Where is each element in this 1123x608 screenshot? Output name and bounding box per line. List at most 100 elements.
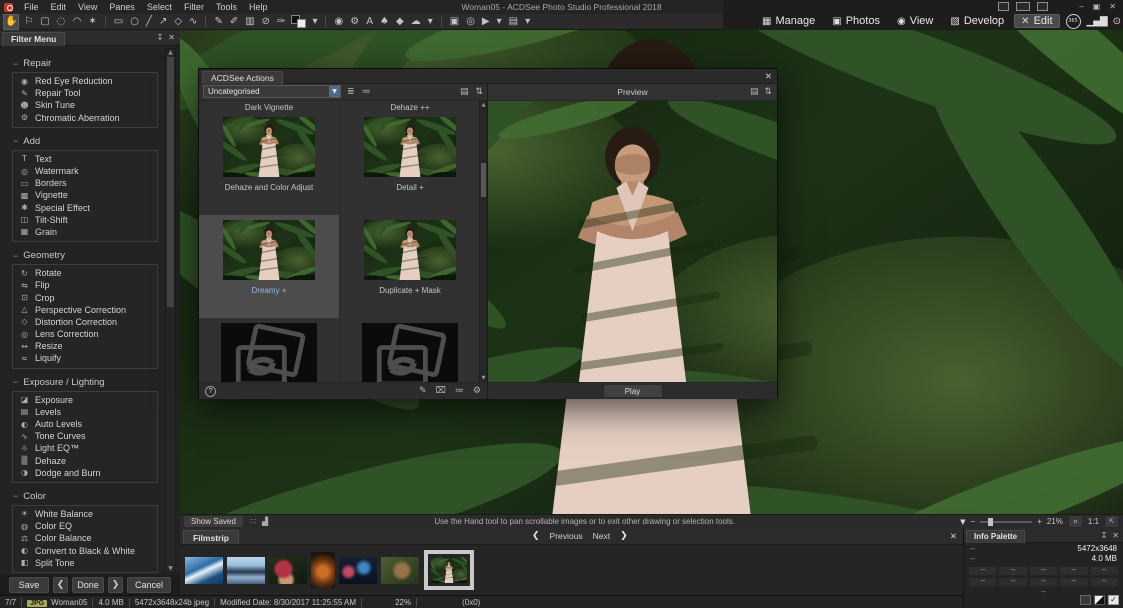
- filter-item-rotate[interactable]: ↻Rotate: [13, 267, 157, 279]
- filter-item-distortion-correction[interactable]: ◇Distortion Correction: [13, 316, 157, 328]
- filmstrip-thumb-ocean[interactable]: [185, 557, 223, 584]
- category-dropdown[interactable]: Uncategorised ▼: [203, 85, 341, 98]
- zoom-out-icon[interactable]: −: [971, 517, 976, 526]
- scroll-up-icon[interactable]: ▲: [166, 49, 175, 56]
- help-icon[interactable]: ?: [205, 386, 216, 397]
- marker-tool[interactable]: ✐: [229, 15, 239, 29]
- sidebar-scrollbar[interactable]: ▲ ▼: [165, 48, 176, 573]
- dialog-titlebar[interactable]: ACDSee Actions ✕: [199, 69, 777, 84]
- filter-menu-tab[interactable]: Filter Menu: [2, 32, 65, 46]
- text-tool[interactable]: A: [365, 15, 374, 29]
- filter-item-crop[interactable]: ⊡Crop: [13, 291, 157, 303]
- cancel-button[interactable]: Cancel: [127, 577, 171, 593]
- save-button[interactable]: Save: [9, 577, 49, 593]
- menu-view[interactable]: View: [72, 2, 103, 12]
- magic-wand-tool[interactable]: ✶: [87, 15, 97, 29]
- filter-item-split-tone[interactable]: ◧Split Tone: [13, 557, 157, 569]
- edit-action-icon[interactable]: ✎: [419, 386, 427, 396]
- mode-photos[interactable]: ▣Photos: [825, 14, 887, 28]
- filter-item-special-effect[interactable]: ✱Special Effect: [13, 202, 157, 214]
- filmstrip-tab[interactable]: Filmstrip: [183, 530, 239, 544]
- pane-layout-right-icon[interactable]: [1037, 2, 1048, 11]
- previous-button[interactable]: Previous: [550, 531, 583, 541]
- mode-view[interactable]: ◉View: [890, 14, 940, 28]
- filmstrip-thumb-rose[interactable]: [269, 557, 307, 584]
- scrollbar-thumb[interactable]: [167, 57, 174, 307]
- action-label-dehaze-plus-plus[interactable]: Dehaze ++: [339, 103, 480, 112]
- filter-item-repair-tool[interactable]: ✎Repair Tool: [13, 87, 157, 99]
- filter-item-dodge-and-burn[interactable]: ◑Dodge and Burn: [13, 467, 157, 479]
- done-button[interactable]: Done: [72, 577, 104, 593]
- filter-item-auto-levels[interactable]: ◐Auto Levels: [13, 418, 157, 430]
- filter-item-white-balance[interactable]: ☀White Balance: [13, 508, 157, 520]
- scroll-down-icon[interactable]: ▼: [166, 565, 175, 572]
- mode-develop[interactable]: ▧Develop: [943, 14, 1011, 28]
- filter-item-tilt-shift[interactable]: ◫Tilt-Shift: [13, 214, 157, 226]
- menu-panes[interactable]: Panes: [103, 2, 141, 12]
- menu-file[interactable]: File: [18, 2, 45, 12]
- filter-item-light-eq[interactable]: ☼Light EQ™: [13, 442, 157, 454]
- filmstrip-thumb-city[interactable]: [339, 557, 377, 584]
- filter-section-color[interactable]: −Color: [13, 491, 158, 502]
- mode-edit[interactable]: ✕Edit: [1014, 14, 1059, 28]
- edited-view-icon[interactable]: ✓: [1108, 595, 1119, 605]
- restore-button[interactable]: ▣: [1093, 2, 1101, 11]
- expand-view-button[interactable]: ⇱: [1104, 515, 1119, 528]
- scroll-up-icon[interactable]: ▲: [480, 102, 487, 108]
- shapes-dropdown-icon[interactable]: ▾: [427, 15, 434, 29]
- filter-section-add[interactable]: −Add: [13, 136, 158, 147]
- pin-icon[interactable]: ↧: [157, 33, 164, 42]
- unassign-action-icon[interactable]: ≔: [362, 87, 371, 97]
- arrow-tool[interactable]: ↗: [158, 15, 168, 29]
- quick-view-eye-icon[interactable]: ⊙: [1113, 16, 1120, 27]
- next-chevron-icon[interactable]: ❯: [620, 531, 628, 541]
- filter-item-skin-tune[interactable]: ☻Skin Tune: [13, 99, 157, 111]
- scroll-down-icon[interactable]: ▼: [480, 375, 487, 381]
- filter-section-exposure-lighting[interactable]: −Exposure / Lighting: [13, 377, 158, 388]
- filmstrip-thumb-wildlife[interactable]: [381, 557, 419, 584]
- lens-tool-icon[interactable]: ◉: [333, 15, 344, 29]
- pane-layout-center-icon[interactable]: [1016, 2, 1030, 11]
- filter-item-color-balance[interactable]: ⚖Color Balance: [13, 532, 157, 544]
- lasso-tool[interactable]: ◠: [72, 15, 83, 29]
- histogram-small-icon[interactable]: ▟: [262, 517, 268, 526]
- action-item-placeholder[interactable]: [199, 318, 339, 382]
- filter-item-flip[interactable]: ⇋Flip: [13, 279, 157, 291]
- rect-marquee-tool[interactable]: ▢: [39, 15, 50, 29]
- filter-item-red-eye-reduction[interactable]: ◉Red Eye Reduction: [13, 75, 157, 87]
- pane-layout-left-icon[interactable]: [998, 2, 1009, 11]
- action-settings-icon[interactable]: ⚙: [473, 386, 481, 396]
- filter-item-vignette[interactable]: ▩Vignette: [13, 189, 157, 201]
- queue-action-icon[interactable]: ≔: [455, 386, 464, 396]
- sort-order-icon[interactable]: ⇅: [475, 87, 483, 97]
- selection-flag-tool[interactable]: ⚐: [23, 15, 34, 29]
- menu-select[interactable]: Select: [141, 2, 178, 12]
- action-item-placeholder[interactable]: [339, 318, 480, 382]
- info-palette-tab[interactable]: Info Palette: [966, 530, 1025, 543]
- rectangle-shape-tool[interactable]: ▭: [113, 15, 124, 29]
- capture-dropdown-icon[interactable]: ▾: [524, 15, 531, 29]
- close-panel-icon[interactable]: ✕: [168, 33, 175, 42]
- frame-view-icon[interactable]: ▣: [449, 15, 460, 29]
- histogram-icon[interactable]: ▁▄▇: [1087, 16, 1107, 27]
- filmstrip-thumb-woman[interactable]: [431, 557, 467, 583]
- record-icon[interactable]: ◎: [465, 15, 476, 29]
- actions-scrollbar[interactable]: ▲ ▼: [479, 101, 487, 382]
- filter-section-geometry[interactable]: −Geometry: [13, 250, 158, 261]
- shape-stamp-tool[interactable]: ♠: [379, 15, 390, 29]
- polygon-tool[interactable]: ◇: [173, 15, 183, 29]
- filter-section-repair[interactable]: −Repair: [13, 58, 158, 69]
- filter-item-lens-correction[interactable]: ◎Lens Correction: [13, 328, 157, 340]
- previous-image-button[interactable]: ❮: [53, 577, 68, 593]
- filter-item-grain[interactable]: ▦Grain: [13, 226, 157, 238]
- filmstrip-thumb-mountain[interactable]: [227, 557, 265, 584]
- action-item-dehaze-and-color-adjust[interactable]: Dehaze and Color Adjust: [199, 112, 339, 215]
- pin-icon[interactable]: ↧: [1101, 531, 1108, 540]
- menu-tools[interactable]: Tools: [210, 2, 243, 12]
- filmstrip-thumb-sunset[interactable]: [311, 552, 335, 588]
- settings-gear-icon[interactable]: ⚙: [349, 15, 360, 29]
- acdsee-365-icon[interactable]: 365: [1066, 14, 1081, 29]
- curve-tool[interactable]: ∿: [188, 15, 198, 29]
- fill-tool[interactable]: ◆: [395, 15, 405, 29]
- action-item-duplicate-mask[interactable]: Duplicate + Mask: [339, 215, 480, 318]
